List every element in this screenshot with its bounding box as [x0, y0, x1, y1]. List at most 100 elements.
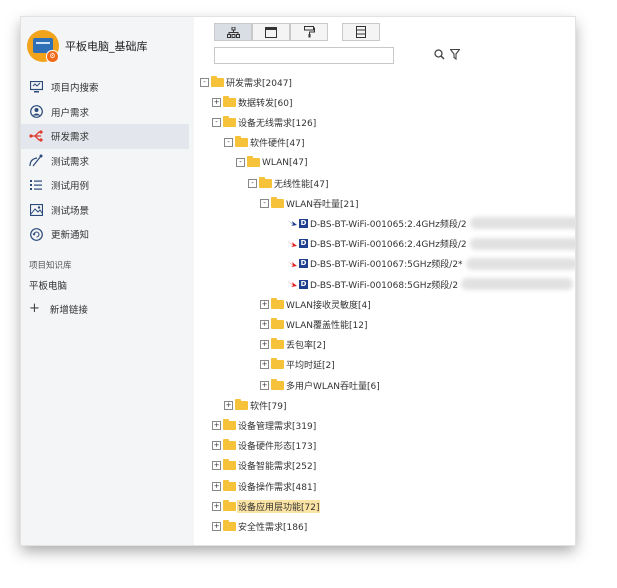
- collapse-toggle-icon[interactable]: -: [200, 77, 209, 87]
- tree-node[interactable]: + WLAN接收灵敏度[4]: [260, 296, 372, 312]
- tree-node[interactable]: - 设备无线需求[126]: [212, 114, 317, 130]
- redacted-text: [465, 257, 575, 270]
- sidebar-item-test-scene[interactable]: 测试场景: [21, 198, 189, 223]
- redacted-text: [461, 278, 574, 290]
- collapse-toggle-icon[interactable]: -: [248, 178, 257, 188]
- sidebar-item-label: 更新通知: [51, 230, 90, 242]
- tree-node[interactable]: + 设备操作需求[481]: [212, 478, 317, 494]
- test-case-node[interactable]: D D-BS-BT-WiFi-001065:2.4GHz频段/2: [287, 215, 575, 231]
- tree-node-label: 数据转发[60]: [238, 98, 293, 109]
- expand-toggle-icon[interactable]: +: [212, 461, 221, 471]
- tree-node[interactable]: + 数据转发[60]: [212, 94, 293, 110]
- card-stripe: [36, 42, 50, 44]
- collapse-toggle-icon[interactable]: -: [260, 198, 269, 208]
- project-header[interactable]: ⚙ 平板电脑_基础库: [27, 30, 192, 66]
- tree-node[interactable]: + 设备应用层功能[72]: [212, 498, 321, 514]
- filter-icon[interactable]: [449, 48, 461, 63]
- expand-toggle-icon[interactable]: +: [260, 380, 269, 390]
- app-window: ⚙ 平板电脑_基础库 项目内搜索 用户需求 研发需求 测试需求 测试用例 测试场…: [21, 17, 575, 545]
- tree-node[interactable]: - 软件硬件[47]: [224, 135, 305, 151]
- expand-toggle-icon[interactable]: +: [260, 360, 269, 370]
- tree-node[interactable]: - WLAN吞吐量[21]: [260, 195, 359, 211]
- tree-node[interactable]: - WLAN[47]: [236, 155, 308, 171]
- expand-toggle-icon[interactable]: +: [260, 340, 269, 350]
- test-case-node[interactable]: D D-BS-BT-WiFi-001068:5GHz频段/2: [287, 276, 574, 292]
- doc-type-icon: D: [299, 279, 308, 289]
- sidebar-nav: 项目内搜索 用户需求 研发需求 测试需求 测试用例 测试场景 更新通知: [21, 75, 194, 247]
- folder-icon: [235, 398, 248, 410]
- tree-node-label: D-BS-BT-WiFi-001067:5GHz频段/2*: [310, 260, 463, 271]
- tree-node-label: WLAN接收灵敏度[4]: [286, 300, 371, 311]
- monitor-icon: [29, 80, 43, 94]
- project-title: 平板电脑_基础库: [65, 40, 148, 53]
- search-input[interactable]: [214, 47, 394, 64]
- folder-icon: [259, 176, 272, 188]
- list-view-button[interactable]: [342, 23, 380, 41]
- tree-node[interactable]: - 无线性能[47]: [248, 175, 329, 191]
- knowledge-item[interactable]: 平板电脑: [29, 278, 67, 292]
- collapse-toggle-icon[interactable]: -: [236, 158, 245, 168]
- search-icon[interactable]: [434, 49, 445, 63]
- tree-node[interactable]: + 平均时延[2]: [260, 357, 336, 373]
- list-view-icon: [356, 26, 366, 38]
- sidebar-item-search[interactable]: 项目内搜索: [21, 75, 189, 100]
- tree-node-label: 多用户WLAN吞吐量[6]: [286, 381, 380, 392]
- link-arrow-blue-icon: [287, 220, 297, 227]
- sidebar-item-test-case[interactable]: 测试用例: [21, 173, 189, 198]
- sidebar-item-label: 用户需求: [51, 107, 90, 119]
- doc-type-icon: D: [299, 218, 308, 228]
- tree-node-label: 安全性需求[186]: [238, 522, 308, 533]
- add-link-button[interactable]: + 新增链接: [29, 301, 88, 316]
- test-case-node[interactable]: D D-BS-BT-WiFi-001066:2.4GHz频段/2: [287, 236, 575, 252]
- folder-icon: [271, 297, 284, 309]
- view-toolbar: [214, 23, 380, 41]
- window-view-button[interactable]: [252, 23, 290, 41]
- tree-node-label: 软件[79]: [250, 401, 287, 412]
- branch-icon: [29, 129, 43, 143]
- expand-toggle-icon[interactable]: +: [212, 481, 221, 491]
- tree-node-label: 平均时延[2]: [286, 361, 335, 372]
- tree-node[interactable]: + 设备管理需求[319]: [212, 417, 317, 433]
- test-case-node[interactable]: D D-BS-BT-WiFi-001067:5GHz频段/2*: [287, 256, 575, 272]
- sidebar-item-label: 测试需求: [51, 156, 90, 168]
- tree-node[interactable]: + 设备智能需求[252]: [212, 458, 317, 474]
- plus-icon: +: [29, 301, 40, 316]
- tree-node[interactable]: + 软件[79]: [224, 397, 287, 413]
- expand-toggle-icon[interactable]: +: [212, 441, 221, 451]
- expand-toggle-icon[interactable]: +: [260, 319, 269, 329]
- tree-node[interactable]: + 安全性需求[186]: [212, 518, 308, 534]
- expand-toggle-icon[interactable]: +: [260, 299, 269, 309]
- folder-icon: [235, 136, 248, 148]
- sidebar-item-test-req[interactable]: 测试需求: [21, 149, 189, 174]
- folder-icon: [271, 358, 284, 370]
- tree-node[interactable]: + WLAN覆盖性能[12]: [260, 316, 368, 332]
- tree-node[interactable]: + 设备硬件形态[173]: [212, 438, 317, 454]
- sidebar-item-dev[interactable]: 研发需求: [21, 124, 189, 149]
- tree-node-label: 无线性能[47]: [274, 179, 329, 190]
- tree-view-button[interactable]: [214, 23, 252, 41]
- sidebar-item-notify[interactable]: 更新通知: [21, 222, 189, 247]
- expand-toggle-icon[interactable]: +: [212, 420, 221, 430]
- add-link-label: 新增链接: [49, 304, 88, 316]
- folder-icon: [271, 196, 284, 208]
- list-icon: [29, 178, 43, 192]
- expand-toggle-icon[interactable]: +: [212, 501, 221, 511]
- collapse-toggle-icon[interactable]: -: [224, 138, 233, 148]
- expand-toggle-icon[interactable]: +: [212, 521, 221, 531]
- tree-node[interactable]: + 丢包率[2]: [260, 337, 327, 353]
- paint-format-button[interactable]: [290, 23, 328, 41]
- tree-node-label: 设备管理需求[319]: [238, 421, 317, 432]
- expand-toggle-icon[interactable]: +: [212, 97, 221, 107]
- collapse-toggle-icon[interactable]: -: [212, 117, 221, 127]
- window-icon: [265, 26, 277, 38]
- folder-icon: [271, 338, 284, 350]
- tree-node[interactable]: + 多用户WLAN吞吐量[6]: [260, 377, 381, 393]
- refresh-icon: [29, 227, 43, 241]
- sidebar-item-users[interactable]: 用户需求: [21, 100, 189, 125]
- settings-badge-icon: ⚙: [46, 50, 59, 63]
- expand-toggle-icon[interactable]: +: [224, 400, 233, 410]
- tree-node[interactable]: - 研发需求[2047]: [200, 74, 293, 90]
- sidebar-item-label: 研发需求: [51, 132, 90, 144]
- tree-node-label: WLAN吞吐量[21]: [286, 199, 359, 210]
- redacted-text: [469, 217, 575, 230]
